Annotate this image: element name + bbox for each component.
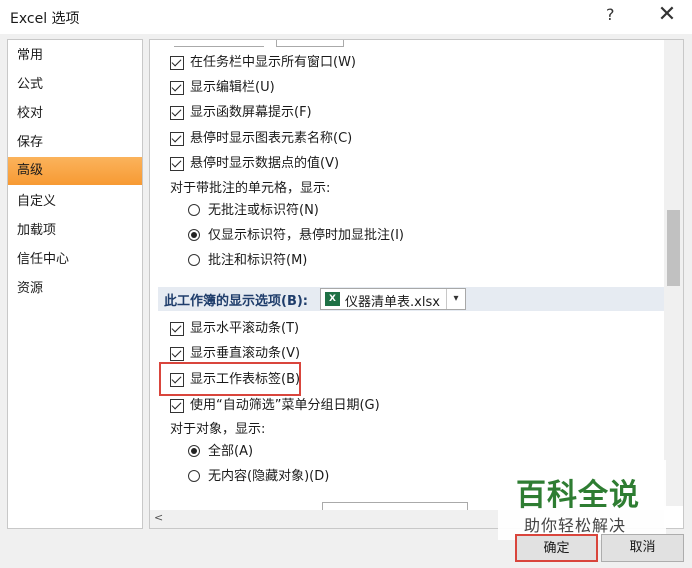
checkbox-checked[interactable]: [170, 132, 184, 146]
nav-item-label: 校对: [17, 106, 44, 121]
excel-file-icon: X: [325, 292, 340, 306]
nav-item-customize[interactable]: 自定义: [8, 188, 142, 216]
option-label: 悬停时显示数据点的值(V): [190, 156, 340, 171]
checkbox-checked[interactable]: [170, 322, 184, 336]
chevron-down-icon[interactable]: ▾: [446, 289, 465, 309]
selected-workbook: 仪器清单表.xlsx: [345, 295, 440, 310]
checkbox-checked[interactable]: [170, 81, 184, 95]
option-label: 仅显示标识符，悬停时加显批注(I): [208, 228, 404, 243]
nav-item-general[interactable]: 常用: [8, 42, 142, 70]
watermark-brand: 百科全说: [516, 478, 640, 513]
radio-button-off[interactable]: [188, 254, 200, 266]
nav-item-label: 资源: [17, 281, 44, 296]
radio-button-on[interactable]: [188, 229, 200, 241]
radio-button-off[interactable]: [188, 204, 200, 216]
objects-heading: 对于对象，显示:: [170, 422, 266, 437]
nav-item-label: 信任中心: [17, 252, 70, 267]
options-panel: 在任务栏中显示所有窗口(W) 显示编辑栏(U) 显示函数屏幕提示(F) 悬停时显…: [149, 39, 684, 529]
option-label: 全部(A): [208, 444, 254, 459]
radio-button-off[interactable]: [188, 470, 200, 482]
nav-item-addins[interactable]: 加载项: [8, 217, 142, 245]
watermark: 百科全说 助你轻松解决: [498, 460, 666, 540]
ok-button[interactable]: 确定: [515, 534, 598, 562]
nav-item-formulas[interactable]: 公式: [8, 71, 142, 99]
cancel-button[interactable]: 取消: [601, 534, 684, 562]
cut-off-setting: [174, 40, 344, 48]
dialog-title: Excel 选项: [10, 11, 80, 27]
option-label: 批注和标识符(M): [208, 253, 308, 268]
workbook-display-section: 此工作簿的显示选项(B): X 仪器清单表.xlsx ▾: [158, 287, 664, 311]
help-button[interactable]: ?: [606, 5, 615, 24]
nav-item-proofing[interactable]: 校对: [8, 100, 142, 128]
nav-item-label: 自定义: [17, 194, 57, 209]
nav-item-label: 公式: [17, 77, 44, 92]
option-label: 使用“自动筛选”菜单分组日期(G): [190, 398, 380, 413]
radio-button-on[interactable]: [188, 445, 200, 457]
nav-item-label: 加载项: [17, 223, 57, 238]
option-label: 显示函数屏幕提示(F): [190, 105, 312, 120]
title-bar: Excel 选项 ? ✕: [0, 0, 692, 34]
option-label: 在任务栏中显示所有窗口(W): [190, 55, 356, 70]
vertical-scrollbar[interactable]: [664, 40, 683, 506]
nav-item-label: 常用: [17, 48, 44, 63]
checkbox-checked[interactable]: [170, 399, 184, 413]
nav-item-trust-center[interactable]: 信任中心: [8, 246, 142, 274]
cut-off-spinner[interactable]: [276, 40, 344, 47]
category-nav: 常用 公式 校对 保存 高级 自定义 加载项 信任中心 资源: [7, 39, 143, 529]
cut-off-label: [174, 40, 264, 47]
nav-item-label: 保存: [17, 135, 44, 150]
close-button[interactable]: ✕: [652, 2, 682, 27]
nav-item-label: 高级: [17, 163, 44, 178]
checkbox-checked[interactable]: [170, 347, 184, 361]
comments-heading: 对于带批注的单元格，显示:: [170, 181, 331, 196]
option-label: 悬停时显示图表元素名称(C): [190, 131, 353, 146]
checkbox-checked[interactable]: [170, 157, 184, 171]
nav-item-advanced[interactable]: 高级: [8, 157, 142, 185]
sheet-tabs-highlight-box: [159, 362, 301, 396]
scrollbar-thumb[interactable]: [667, 210, 680, 286]
nav-item-resources[interactable]: 资源: [8, 275, 142, 303]
option-label: 显示编辑栏(U): [190, 80, 275, 95]
option-label: 显示水平滚动条(T): [190, 321, 300, 336]
checkbox-checked[interactable]: [170, 56, 184, 70]
scroll-left-icon[interactable]: <: [154, 511, 163, 524]
watermark-tagline: 助你轻松解决: [524, 516, 627, 535]
option-label: 无内容(隐藏对象)(D): [208, 469, 330, 484]
section-label: 此工作簿的显示选项(B):: [164, 294, 308, 309]
workbook-select[interactable]: X 仪器清单表.xlsx ▾: [320, 288, 466, 310]
cut-off-bottom-row: [158, 502, 468, 511]
checkbox-checked[interactable]: [170, 106, 184, 120]
option-label: 无批注或标识符(N): [208, 203, 319, 218]
nav-item-save[interactable]: 保存: [8, 129, 142, 157]
